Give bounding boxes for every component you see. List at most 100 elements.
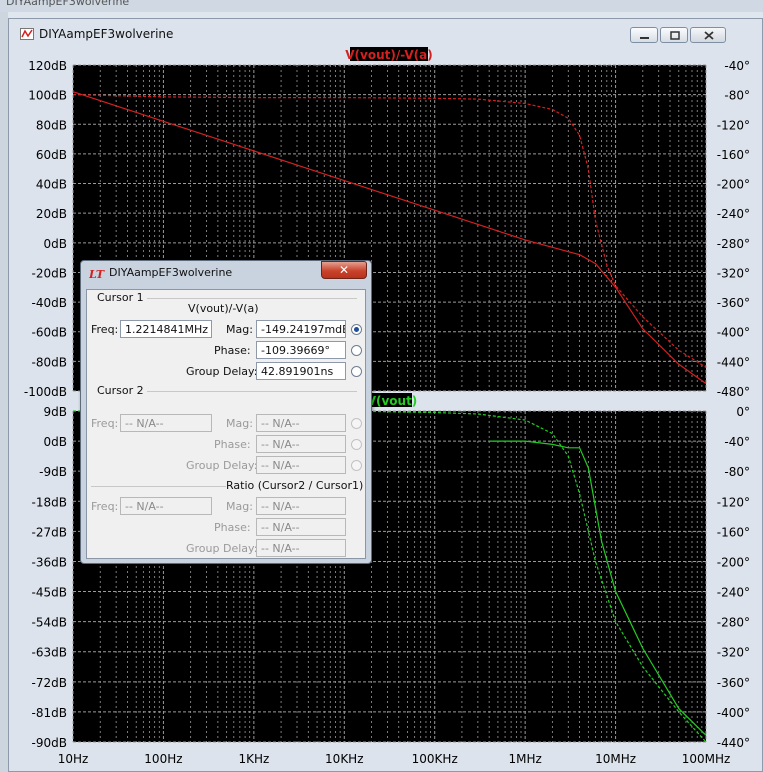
left-tick-label: -20dB xyxy=(32,266,67,280)
right-tick-label: -360° xyxy=(717,296,750,310)
right-tick-label: -320° xyxy=(717,266,750,280)
x-tick-label: 1KHz xyxy=(238,752,269,766)
cursor1-group-delay-radio[interactable] xyxy=(351,366,362,377)
cursor2-freq-field: -- N/A-- xyxy=(120,414,212,432)
cursor-dialog: LT DIYAampEF3wolverine ✕ Cursor 1 V(vout… xyxy=(80,260,372,564)
left-tick-label: -45dB xyxy=(32,586,67,600)
right-tick-label: 0° xyxy=(736,405,750,419)
left-tick-label: -40dB xyxy=(32,296,67,310)
right-tick-label: -40° xyxy=(724,435,750,449)
left-tick-label: -90dB xyxy=(32,736,67,750)
cursor2-phase-radio xyxy=(351,439,362,450)
x-tick-label: 10MHz xyxy=(595,752,636,766)
cursor1-group-delay-field[interactable]: 42.891901ns xyxy=(256,362,346,380)
left-tick-label: -81dB xyxy=(32,706,67,720)
right-tick-label: -320° xyxy=(717,646,750,660)
right-tick-label: -160° xyxy=(717,148,750,162)
right-tick-label: -80° xyxy=(724,89,750,103)
left-tick-label: -54dB xyxy=(32,616,67,630)
dialog-body: Cursor 1 V(vout)/-V(a) Freq: 1.2214841MH… xyxy=(86,289,366,559)
cursor1-freq-field[interactable]: 1.2214841MHz xyxy=(120,320,212,338)
cursor2-phase-label: Phase: xyxy=(214,438,251,451)
ratio-section-label: Ratio (Cursor2 / Cursor1) xyxy=(226,479,364,492)
svg-text:LT: LT xyxy=(89,268,105,279)
right-tick-label: -400° xyxy=(717,706,750,720)
cursor2-group-delay-label: Group Delay: xyxy=(186,459,258,472)
left-tick-label: -63dB xyxy=(32,646,67,660)
right-tick-label: -480° xyxy=(717,385,750,399)
cursor1-mag-radio[interactable] xyxy=(351,324,362,335)
right-tick-label: -160° xyxy=(717,525,750,539)
ratio-group-delay-label: Group Delay: xyxy=(186,542,258,555)
cursor1-phase-radio[interactable] xyxy=(351,345,362,356)
cursor1-phase-label: Phase: xyxy=(214,344,251,357)
left-tick-label: 0dB xyxy=(44,237,67,251)
cursor2-group-delay-radio xyxy=(351,460,362,471)
right-tick-label: -280° xyxy=(717,616,750,630)
left-tick-label: 0dB xyxy=(44,435,67,449)
cursor1-freq-label: Freq: xyxy=(91,323,119,336)
dialog-close-button[interactable]: ✕ xyxy=(321,261,367,279)
left-tick-label: 100dB xyxy=(28,89,67,103)
left-tick-label: 60dB xyxy=(36,148,67,162)
left-tick-label: 80dB xyxy=(36,118,67,132)
dialog-titlebar[interactable]: LT DIYAampEF3wolverine ✕ xyxy=(81,261,371,285)
right-tick-label: -360° xyxy=(717,676,750,690)
right-tick-label: -40° xyxy=(724,59,750,73)
left-tick-label: -80dB xyxy=(32,355,67,369)
left-tick-label: -72dB xyxy=(32,676,67,690)
section-divider xyxy=(91,486,226,487)
right-tick-label: -280° xyxy=(717,237,750,251)
cursor1-section-label: Cursor 1 xyxy=(97,291,144,304)
cursor2-mag-label: Mag: xyxy=(226,417,253,430)
ratio-phase-label: Phase: xyxy=(214,521,251,534)
left-tick-label: -9dB xyxy=(39,465,67,479)
right-tick-label: -200° xyxy=(717,178,750,192)
ratio-freq-field: -- N/A-- xyxy=(120,497,212,515)
right-tick-label: -120° xyxy=(717,118,750,132)
x-tick-label: 100KHz xyxy=(412,752,458,766)
left-tick-label: -100dB xyxy=(24,385,67,399)
right-tick-label: -240° xyxy=(717,586,750,600)
left-tick-label: 9dB xyxy=(44,405,67,419)
left-tick-label: 120dB xyxy=(28,59,67,73)
cursor2-group-delay-field: -- N/A-- xyxy=(256,456,346,474)
dialog-title: DIYAampEF3wolverine xyxy=(109,266,233,279)
x-tick-label: 10Hz xyxy=(58,752,89,766)
x-tick-label: 10KHz xyxy=(325,752,363,766)
ratio-freq-label: Freq: xyxy=(91,500,119,513)
right-tick-label: -440° xyxy=(717,355,750,369)
cursor1-mag-label: Mag: xyxy=(226,323,253,336)
left-tick-label: 40dB xyxy=(36,178,67,192)
cursor1-mag-field[interactable]: -149.24197mdB xyxy=(256,320,346,338)
cursor2-phase-field: -- N/A-- xyxy=(256,435,346,453)
x-tick-label: 100Hz xyxy=(144,752,182,766)
close-icon: ✕ xyxy=(338,263,350,277)
cursor2-section-label: Cursor 2 xyxy=(97,384,144,397)
left-tick-label: 20dB xyxy=(36,207,67,221)
x-tick-label: 100MHz xyxy=(682,752,731,766)
right-tick-label: -400° xyxy=(717,326,750,340)
section-divider xyxy=(147,391,357,392)
cursor2-freq-label: Freq: xyxy=(91,417,119,430)
cursor2-mag-radio xyxy=(351,418,362,429)
trace-title: V(vout)/-V(a) xyxy=(345,48,432,62)
section-divider xyxy=(147,298,357,299)
right-tick-label: -120° xyxy=(717,495,750,509)
trace-title: V(vout) xyxy=(367,394,418,408)
left-tick-label: -27dB xyxy=(32,525,67,539)
cursor2-mag-field: -- N/A-- xyxy=(256,414,346,432)
ltspice-logo-icon: LT xyxy=(89,268,105,279)
right-tick-label: -200° xyxy=(717,555,750,569)
left-tick-label: -60dB xyxy=(32,326,67,340)
ratio-mag-label: Mag: xyxy=(226,500,253,513)
cursor1-trace-name: V(vout)/-V(a) xyxy=(188,302,259,315)
right-tick-label: -80° xyxy=(724,465,750,479)
ratio-mag-field: -- N/A-- xyxy=(256,497,346,515)
right-tick-label: -240° xyxy=(717,207,750,221)
x-tick-label: 1MHz xyxy=(508,752,541,766)
cursor1-group-delay-label: Group Delay: xyxy=(186,365,258,378)
ratio-phase-field: -- N/A-- xyxy=(256,518,346,536)
ratio-group-delay-field: -- N/A-- xyxy=(256,539,346,557)
cursor1-phase-field[interactable]: -109.39669° xyxy=(256,341,346,359)
